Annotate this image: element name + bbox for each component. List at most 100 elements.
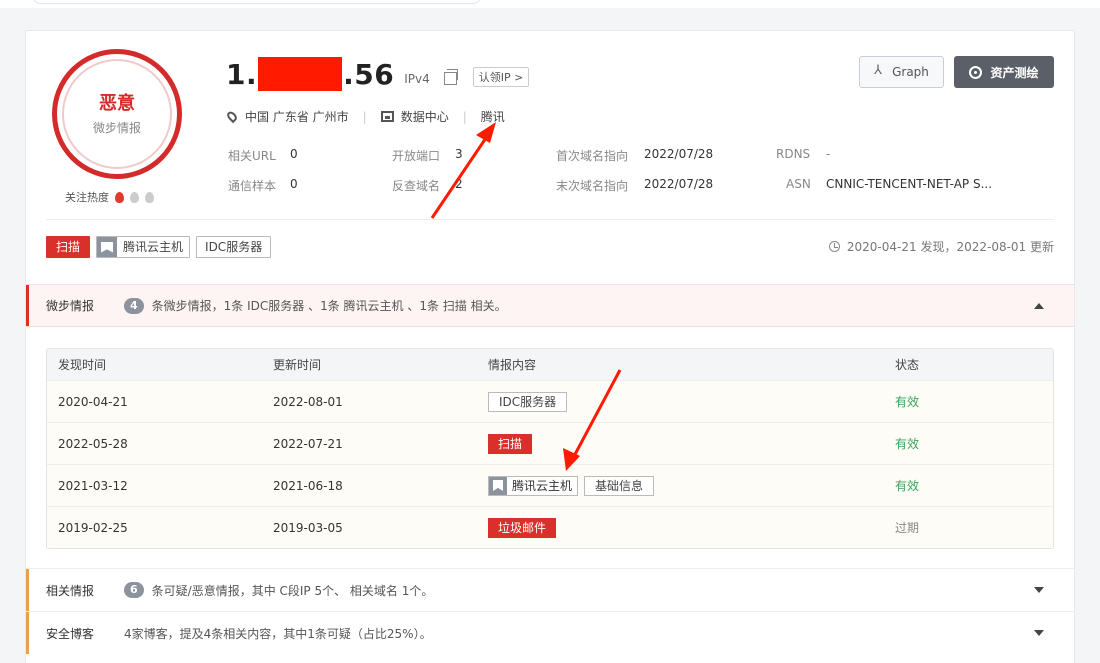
tag-cloud-host-label: 腾讯云主机 (123, 240, 184, 254)
attention-heat: 关注热度 (65, 189, 154, 205)
stat-last-domain-value: 2022/07/28 (644, 177, 714, 191)
col-updated: 更新时间 (273, 358, 322, 372)
ip-report-card: 恶意 微步情报 关注热度 1. .56 IPv4 认领IP > 中国 广东省 广… (25, 30, 1075, 663)
tag-spam[interactable]: 垃圾邮件 (488, 517, 557, 538)
stat-rdns: RDNS (776, 147, 811, 161)
asset-mapping-button[interactable]: 资产测绘 (954, 56, 1054, 88)
related-section-title: 相关情报 (46, 583, 95, 598)
isp-text: 腾讯 (480, 110, 505, 124)
section-accent-bar (26, 612, 29, 654)
expand-caret-icon[interactable] (1034, 587, 1044, 593)
ip-suffix: .56 (343, 57, 395, 91)
graph-button[interactable]: Graph (859, 56, 944, 88)
graph-icon (874, 63, 886, 78)
copy-icon[interactable] (443, 68, 458, 85)
ip-address: 1. .56 (226, 57, 394, 91)
collapse-caret-icon[interactable] (1034, 303, 1044, 309)
cell-found: 2019-02-25 (58, 520, 128, 535)
verdict-source: 微步情报 (92, 121, 141, 135)
bookmark-icon (101, 241, 114, 253)
ip-version: IPv4 (404, 72, 430, 86)
blog-section-title: 安全博客 (46, 626, 95, 641)
stat-open-ports: 开放端口 (392, 149, 441, 163)
search-bar-edge[interactable] (32, 0, 482, 4)
stat-last-domain: 末次域名指向 (556, 179, 629, 193)
discovery-text: 2020-04-21 发现，2022-08-01 更新 (846, 240, 1054, 254)
tag-basic-info[interactable]: 基础信息 (584, 475, 655, 496)
stat-rdns-value: - (826, 147, 831, 161)
table-row: 2019-02-25 2019-03-05 垃圾邮件 过期 (47, 506, 1053, 548)
intel-table: 发现时间 更新时间 情报内容 状态 2020-04-21 2022-08-01 … (46, 348, 1054, 549)
flame-icon (115, 191, 124, 203)
separator: | (462, 109, 467, 124)
datacenter-text: 数据中心 (400, 110, 449, 124)
related-count-badge: 6 (124, 582, 144, 598)
cell-content: 垃圾邮件 (477, 517, 884, 538)
ip-prefix: 1. (226, 57, 258, 91)
tag-idc[interactable]: IDC服务器 (196, 236, 272, 258)
blog-section-header[interactable]: 安全博客 4家博客，提及4条相关内容，其中1条可疑（占比25%）。 (26, 611, 1074, 654)
intel-count-badge: 4 (124, 297, 144, 314)
expand-caret-icon[interactable] (1034, 630, 1044, 636)
table-header: 发现时间 更新时间 情报内容 状态 (47, 349, 1053, 380)
tag-cloud-host-label: 腾讯云主机 (512, 478, 573, 493)
separator: | (362, 109, 367, 124)
discovery-dates: 2020-04-21 发现，2022-08-01 更新 (828, 238, 1054, 255)
cell-status: 有效 (895, 437, 920, 451)
cell-updated: 2022-07-21 (273, 436, 343, 451)
stat-first-domain-value: 2022/07/28 (644, 147, 714, 161)
divider (46, 219, 1054, 220)
ip-header: 1. .56 IPv4 认领IP > (226, 57, 530, 91)
tag-idc[interactable]: IDC服务器 (488, 391, 568, 412)
intel-section-title: 微步情报 (46, 299, 95, 313)
intel-section-desc: 条微步情报，1条 IDC服务器 、1条 腾讯云主机 、1条 扫描 相关。 (151, 299, 507, 313)
bookmark-icon (493, 480, 503, 491)
cell-status: 有效 (895, 479, 920, 493)
flame-icon (130, 191, 139, 203)
stat-label: 相关URL (228, 149, 276, 163)
location-text: 中国 广东省 广州市 (245, 110, 349, 124)
stat-asn-value: CNNIC-TENCENT-NET-AP S... (826, 177, 993, 191)
col-found: 发现时间 (58, 358, 107, 372)
asset-mapping-label: 资产测绘 (990, 65, 1039, 80)
col-content: 情报内容 (488, 358, 537, 372)
table-row: 2022-05-28 2022-07-21 扫描 有效 (47, 422, 1053, 464)
ip-redaction-mask (258, 57, 343, 91)
stat-reverse-domain-value[interactable]: 2 (455, 177, 463, 191)
stat-first-domain: 首次域名指向 (556, 149, 629, 163)
verdict-label: 恶意 (99, 93, 135, 114)
clock-icon (828, 241, 840, 252)
bookmark-icon-box (97, 237, 118, 257)
intel-section-header[interactable]: 微步情报 4 条微步情报，1条 IDC服务器 、1条 腾讯云主机 、1条 扫描 … (26, 284, 1074, 327)
stat-asn: ASN (786, 177, 811, 191)
section-accent-bar (26, 569, 29, 611)
tag-scan[interactable]: 扫描 (488, 433, 533, 454)
flame-icon (145, 191, 154, 203)
related-section-header[interactable]: 相关情报 6 条可疑/恶意情报，其中 C段IP 5个、 相关域名 1个。 (26, 568, 1074, 611)
radar-icon (969, 65, 983, 79)
stat-comm-samples-value[interactable]: 0 (290, 177, 298, 191)
tag-scan[interactable]: 扫描 (46, 236, 91, 258)
cell-content: IDC服务器 (477, 391, 884, 412)
heat-label: 关注热度 (65, 191, 109, 204)
table-row: 2021-03-12 2021-06-18 腾讯云主机 基础信息 有效 (47, 464, 1053, 506)
col-status: 状态 (895, 358, 920, 372)
tag-cloud-host[interactable]: 腾讯云主机 (96, 236, 191, 258)
stat-related-url-value[interactable]: 0 (290, 147, 298, 161)
cell-content: 腾讯云主机 基础信息 (477, 475, 884, 496)
stat-reverse-domain: 反查域名 (392, 179, 441, 193)
claim-ip-button[interactable]: 认领IP > (472, 67, 530, 87)
tag-cloud-host[interactable]: 腾讯云主机 (488, 475, 579, 496)
section-accent-bar (26, 285, 29, 326)
graph-button-label: Graph (892, 65, 929, 79)
stat-open-ports-value[interactable]: 3 (455, 147, 463, 161)
table-row: 2020-04-21 2022-08-01 IDC服务器 有效 (47, 380, 1053, 422)
stat-related-url: 相关URL (228, 147, 276, 164)
location-pin-icon (225, 109, 239, 124)
cell-content: 扫描 (477, 433, 884, 454)
cell-updated: 2022-08-01 (273, 394, 343, 409)
verdict-ring: 恶意 微步情报 (52, 49, 182, 179)
cell-found: 2021-03-12 (58, 478, 128, 493)
blog-section-desc: 4家博客，提及4条相关内容，其中1条可疑（占比25%）。 (124, 626, 432, 641)
cell-status: 过期 (895, 521, 920, 535)
